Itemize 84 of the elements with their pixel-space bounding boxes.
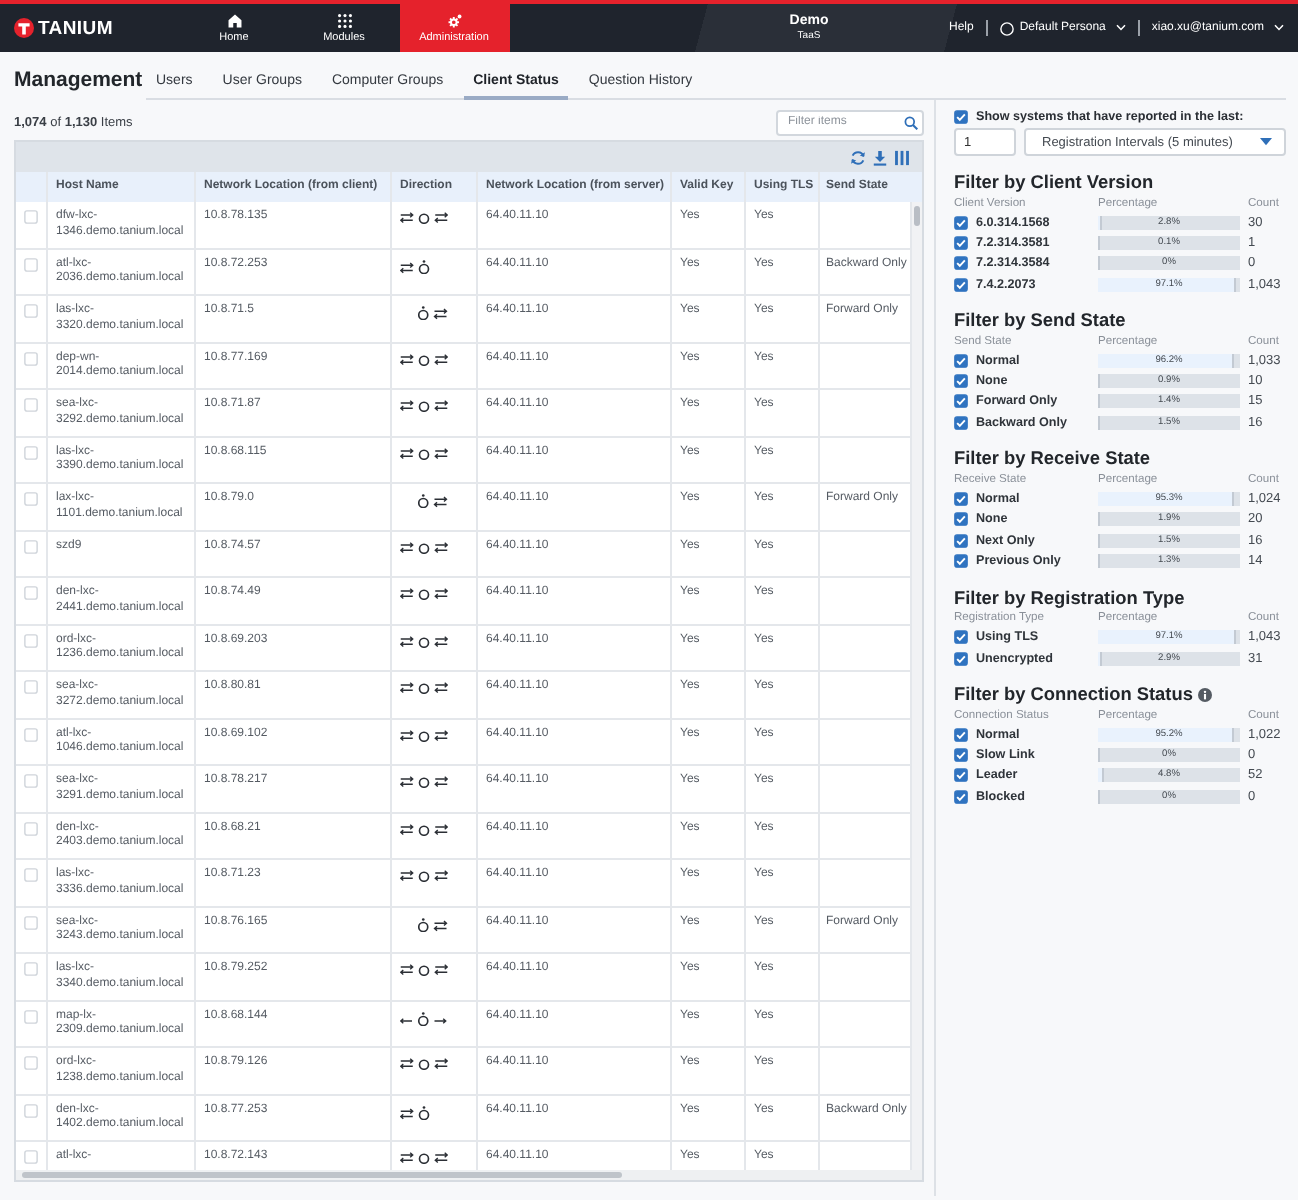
caret-icon: [1260, 138, 1272, 146]
filter-title: Filter by Send State: [954, 310, 1126, 331]
row-checkbox[interactable]: [24, 586, 38, 600]
direction-icon: [400, 870, 448, 882]
direction-icon: [400, 729, 448, 741]
filter-checkbox[interactable]: [954, 215, 968, 230]
horizontal-scrollbar[interactable]: [16, 1170, 922, 1180]
home-icon: [227, 13, 241, 27]
row-checkbox[interactable]: [24, 257, 38, 271]
vertical-scrollbar[interactable]: [910, 202, 922, 1170]
row-checkbox[interactable]: [24, 1009, 38, 1023]
filter-title: Filter by Registration Type: [954, 587, 1185, 608]
filter-checkbox[interactable]: [954, 374, 968, 389]
row-checkbox[interactable]: [24, 680, 38, 694]
filter-checkbox[interactable]: [954, 353, 968, 368]
row-checkbox[interactable]: [24, 633, 38, 647]
columns-icon[interactable]: [894, 149, 910, 165]
row-checkbox[interactable]: [24, 821, 38, 835]
circle-icon: [999, 21, 1014, 35]
filter-checkbox[interactable]: [954, 277, 968, 292]
row-checkbox[interactable]: [24, 210, 38, 224]
direction-icon: [400, 447, 448, 459]
page-title: Management: [14, 68, 145, 92]
row-checkbox[interactable]: [24, 962, 38, 976]
direction-icon: [400, 259, 430, 274]
filter-checkbox[interactable]: [954, 235, 968, 250]
row-checkbox[interactable]: [24, 351, 38, 365]
row-checkbox[interactable]: [24, 868, 38, 882]
checkbox[interactable]: [954, 109, 968, 123]
row-checkbox[interactable]: [24, 915, 38, 929]
direction-icon: [400, 212, 448, 224]
logo-icon: [14, 18, 34, 38]
row-checkbox[interactable]: [24, 398, 38, 412]
filter-title: Filter by Connection Status: [954, 684, 1193, 705]
gear-icon: [447, 13, 461, 27]
filter-checkbox[interactable]: [954, 748, 968, 763]
direction-icon: [400, 1011, 448, 1026]
direction-icon: [400, 541, 448, 553]
direction-icon: [418, 917, 448, 932]
direction-icon: [400, 682, 448, 694]
row-checkbox[interactable]: [24, 304, 38, 318]
scrollbar-thumb[interactable]: [22, 1172, 622, 1178]
direction-icon: [418, 494, 448, 509]
filter-checkbox[interactable]: [954, 727, 968, 742]
row-checkbox[interactable]: [24, 445, 38, 459]
filter-checkbox[interactable]: [954, 553, 968, 568]
row-checkbox[interactable]: [24, 774, 38, 788]
info-icon[interactable]: [1198, 687, 1213, 702]
row-checkbox[interactable]: [24, 539, 38, 553]
row-checkbox[interactable]: [24, 1150, 38, 1164]
refresh-icon[interactable]: [850, 149, 866, 165]
row-checkbox[interactable]: [24, 492, 38, 506]
row-checkbox[interactable]: [24, 1056, 38, 1070]
direction-icon: [400, 635, 448, 647]
filter-checkbox[interactable]: [954, 651, 968, 665]
filter-checkbox[interactable]: [954, 394, 968, 409]
row-checkbox[interactable]: [24, 727, 38, 741]
direction-icon: [400, 823, 448, 835]
filter-checkbox[interactable]: [954, 789, 968, 804]
filter-title: Filter by Client Version: [954, 172, 1154, 192]
caret-icon: [1115, 24, 1126, 32]
direction-icon: [400, 1058, 448, 1070]
caret-icon: [1274, 24, 1284, 32]
direction-icon: [400, 776, 448, 788]
direction-icon: [418, 306, 448, 321]
direction-icon: [400, 964, 448, 976]
logo-wordmark: TANIUM: [38, 17, 113, 39]
filter-checkbox[interactable]: [954, 768, 968, 783]
filter-checkbox[interactable]: [954, 533, 968, 548]
filter-checkbox[interactable]: [954, 512, 968, 527]
filter-checkbox[interactable]: [954, 256, 968, 271]
direction-icon: [400, 1105, 430, 1120]
grid-icon: [337, 13, 351, 27]
direction-icon: [400, 1152, 448, 1164]
filter-checkbox[interactable]: [954, 492, 968, 507]
direction-icon: [400, 353, 448, 365]
filter-checkbox[interactable]: [954, 630, 968, 645]
filter-checkbox[interactable]: [954, 415, 968, 430]
direction-icon: [400, 400, 448, 412]
filter-title: Filter by Receive State: [954, 448, 1151, 469]
direction-icon: [400, 588, 448, 600]
download-icon[interactable]: [872, 149, 888, 165]
search-icon[interactable]: [904, 115, 918, 129]
row-checkbox[interactable]: [24, 1103, 38, 1117]
